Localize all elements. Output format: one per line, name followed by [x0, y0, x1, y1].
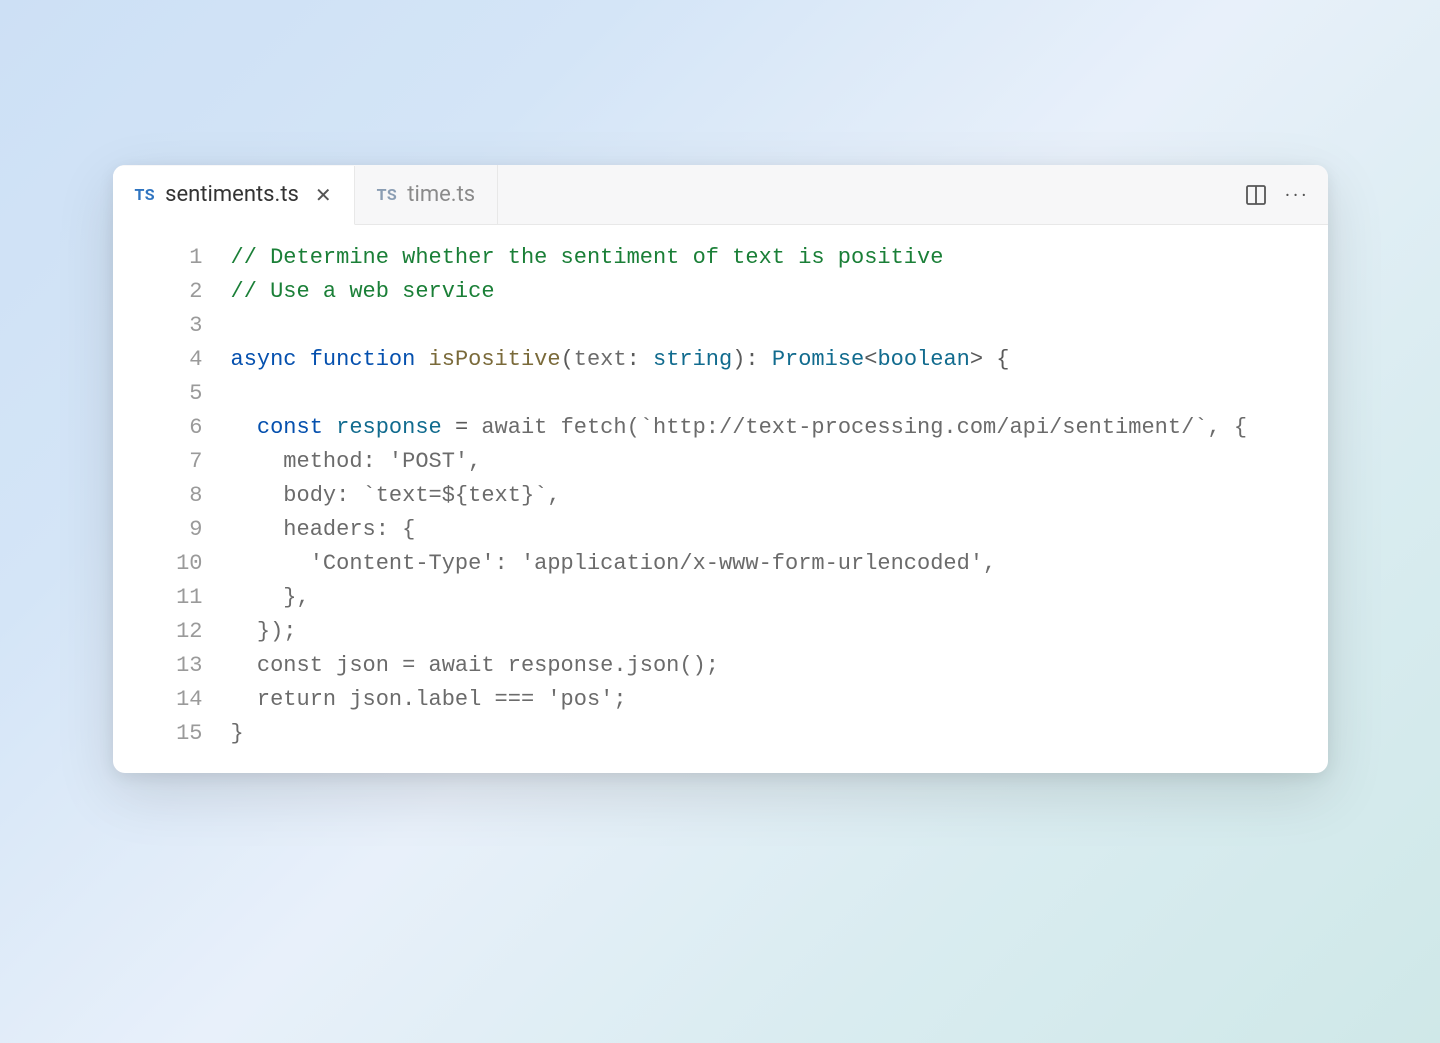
code-editor[interactable]: 1 2 3 4 5 6 7 8 9 10 11 12 13 14 15 // D…	[113, 225, 1328, 773]
code-token: > {	[970, 347, 1010, 372]
code-token: response	[336, 415, 442, 440]
line-number: 11	[113, 581, 203, 615]
tab-actions: ···	[1245, 184, 1310, 206]
tab-sentiments[interactable]: TS sentiments.ts ✕	[113, 166, 355, 225]
code-token: // Determine whether the sentiment of te…	[231, 245, 944, 270]
code-line: const json = await response.json();	[231, 649, 1328, 683]
code-token: },	[231, 585, 310, 610]
line-number: 8	[113, 479, 203, 513]
code-token: headers: {	[231, 517, 416, 542]
code-content[interactable]: // Determine whether the sentiment of te…	[231, 241, 1328, 751]
code-line: const response = await fetch(`http://tex…	[231, 411, 1328, 445]
more-icon[interactable]: ···	[1285, 185, 1310, 205]
code-line	[231, 377, 1328, 411]
code-line: method: 'POST',	[231, 445, 1328, 479]
line-number: 6	[113, 411, 203, 445]
code-token: const	[257, 415, 323, 440]
code-token: :	[627, 347, 653, 372]
code-token: const json = await response.json();	[231, 653, 719, 678]
line-number: 7	[113, 445, 203, 479]
code-token: <	[864, 347, 877, 372]
code-line: },	[231, 581, 1328, 615]
code-line: // Use a web service	[231, 275, 1328, 309]
line-number: 4	[113, 343, 203, 377]
code-line: });	[231, 615, 1328, 649]
code-token: boolean	[877, 347, 969, 372]
tab-bar: TS sentiments.ts ✕ TS time.ts ···	[113, 165, 1328, 225]
code-line: }	[231, 717, 1328, 751]
typescript-icon: TS	[135, 185, 156, 204]
code-token: await fetch(`http://text-processing.com/…	[468, 415, 1247, 440]
code-token	[231, 415, 257, 440]
editor-window: TS sentiments.ts ✕ TS time.ts ··· 1 2 3 …	[113, 165, 1328, 773]
code-token: 'Content-Type': 'application/x-www-form-…	[231, 551, 997, 576]
code-token: (	[561, 347, 574, 372]
code-token: function	[310, 347, 416, 372]
line-number: 2	[113, 275, 203, 309]
line-number: 1	[113, 241, 203, 275]
code-line: async function isPositive(text: string):…	[231, 343, 1328, 377]
line-number: 13	[113, 649, 203, 683]
code-line: return json.label === 'pos';	[231, 683, 1328, 717]
line-number: 12	[113, 615, 203, 649]
code-token: Promise	[772, 347, 864, 372]
code-token: }	[231, 721, 244, 746]
typescript-icon: TS	[377, 185, 398, 204]
code-token: ):	[732, 347, 772, 372]
tab-time[interactable]: TS time.ts	[355, 165, 499, 224]
code-line: 'Content-Type': 'application/x-www-form-…	[231, 547, 1328, 581]
code-token: return json.label === 'pos';	[231, 687, 627, 712]
code-line: // Determine whether the sentiment of te…	[231, 241, 1328, 275]
code-line: headers: {	[231, 513, 1328, 547]
split-editor-icon[interactable]	[1245, 184, 1267, 206]
line-number: 14	[113, 683, 203, 717]
line-number: 3	[113, 309, 203, 343]
line-number: 15	[113, 717, 203, 751]
tab-label: sentiments.ts	[165, 182, 299, 207]
code-token: });	[231, 619, 297, 644]
line-number: 9	[113, 513, 203, 547]
code-token: text	[574, 347, 627, 372]
code-token: isPositive	[429, 347, 561, 372]
code-token	[442, 415, 455, 440]
code-line: body: `text=${text}`,	[231, 479, 1328, 513]
code-token: string	[653, 347, 732, 372]
code-token: method: 'POST',	[231, 449, 482, 474]
code-token: body: `text=${text}`,	[231, 483, 561, 508]
code-line	[231, 309, 1328, 343]
code-token: // Use a web service	[231, 279, 495, 304]
line-number-gutter: 1 2 3 4 5 6 7 8 9 10 11 12 13 14 15	[113, 241, 231, 751]
code-token	[323, 415, 336, 440]
tab-label: time.ts	[407, 182, 475, 207]
code-token: =	[455, 415, 468, 440]
close-icon[interactable]: ✕	[315, 183, 332, 207]
code-token: async	[231, 347, 297, 372]
line-number: 10	[113, 547, 203, 581]
line-number: 5	[113, 377, 203, 411]
